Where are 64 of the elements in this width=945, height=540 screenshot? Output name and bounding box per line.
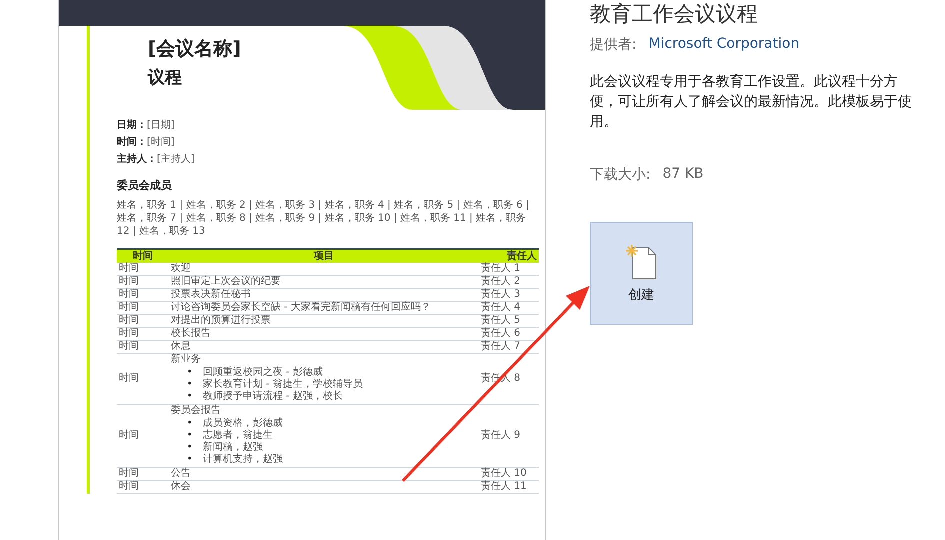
time-cell-text: 时间 <box>118 328 140 340</box>
time-cell-text: 时间 <box>118 276 140 288</box>
bullet-marker: • <box>187 367 193 379</box>
item-cell-text: 投票表决新任秘书 <box>170 289 252 301</box>
size-label: 下载大小: <box>590 166 651 184</box>
item-cell-text: 讨论咨询委员会家长空缺 - 大家看完新闻稿有任何回应吗？ <box>170 302 432 314</box>
bullet-marker: • <box>187 379 193 391</box>
agenda-bullet: 新闻稿，赵强 <box>202 442 263 454</box>
column-header: 时间 <box>132 250 154 263</box>
owner-cell-text: 责任人 6 <box>480 328 522 340</box>
owner-cell-text: 责任人 4 <box>480 302 522 314</box>
meeting-name: [会议名称] <box>148 37 242 62</box>
owner-cell-text: 责任人 11 <box>480 481 528 493</box>
agenda-bullet: 教师授予申请流程 - 赵强，校长 <box>202 391 343 403</box>
template-description: 此会议议程专用于各教育工作设置。此议程十分方便，可让所有人了解会议的最新情况。此模板易于使用。 <box>590 73 913 132</box>
column-header: 责任人 <box>506 250 538 263</box>
time-cell-text: 时间 <box>118 315 140 327</box>
time-cell-text: 时间 <box>118 302 140 314</box>
item-cell-text: 委员会报告 <box>170 405 222 417</box>
item-cell-text: 公告 <box>170 468 192 480</box>
meeting-detail: 日期：[日期] <box>117 118 176 132</box>
time-cell-text: 时间 <box>118 430 140 442</box>
agenda-bullet: 计算机支持，赵强 <box>202 454 283 466</box>
owner-cell-text: 责任人 5 <box>480 315 522 327</box>
provider-link[interactable]: Microsoft Corporation <box>648 36 800 54</box>
time-cell-text: 时间 <box>118 289 140 301</box>
agenda-bullet: 家长教育计划 - 翁捷生，学校辅导员 <box>202 379 363 390</box>
agenda-heading: 议程 <box>148 67 183 89</box>
members-heading: 委员会成员 <box>117 178 173 193</box>
item-cell-text: 照旧审定上次会议的纪要 <box>170 276 282 288</box>
owner-cell-text: 责任人 1 <box>480 263 522 275</box>
time-cell-text: 时间 <box>118 481 140 493</box>
time-cell-text: 时间 <box>118 263 140 275</box>
time-cell-text: 时间 <box>118 468 140 480</box>
owner-cell-text: 责任人 3 <box>480 289 522 301</box>
owner-cell-text: 责任人 9 <box>480 430 522 442</box>
agenda-bullet: 成员资格，彭德威 <box>202 418 283 430</box>
template-title: 教育工作会议议程 <box>590 1 759 28</box>
meeting-detail: 主持人：[主持人] <box>117 152 196 166</box>
time-cell-text: 时间 <box>118 373 140 385</box>
owner-cell-text: 责任人 7 <box>480 341 522 353</box>
create-button[interactable]: 创建 <box>590 222 693 325</box>
time-cell-text: 时间 <box>118 341 140 353</box>
bullet-marker: • <box>187 391 193 403</box>
agenda-bullet: 志愿者，翁捷生 <box>202 430 273 442</box>
owner-cell-text: 责任人 2 <box>480 276 522 288</box>
item-cell-text: 对提出的预算进行投票 <box>170 315 272 327</box>
size-value: 87 KB <box>662 166 704 184</box>
item-cell-text: 休息 <box>170 341 192 353</box>
item-cell-text: 新业务 <box>170 354 202 366</box>
column-header: 项目 <box>312 250 335 263</box>
owner-cell-text: 责任人 10 <box>480 468 528 480</box>
bullet-marker: • <box>187 454 193 466</box>
new-document-icon <box>624 244 658 280</box>
item-cell-text: 欢迎 <box>170 263 192 275</box>
bullet-marker: • <box>187 418 193 430</box>
item-cell-text: 休会 <box>170 481 192 493</box>
members-list: 姓名，职务 1 | 姓名，职务 2 | 姓名，职务 3 | 姓名，职务 4 | 姓名，职务 5 | 姓名，职务 6 | 姓名，职务 7 | 姓名，职务 8 | 姓名，职务 9 | 姓名，职务 10 | 姓名，职务 11 | 姓名，职务 12 | 姓名，职务 13 <box>117 199 539 238</box>
agenda-bullet: 回顾重返校园之夜 - 彭德威 <box>202 367 323 378</box>
meeting-detail: 时间：[时间] <box>117 136 176 149</box>
item-cell-text: 校长报告 <box>170 328 212 340</box>
bullet-marker: • <box>187 430 193 442</box>
bullet-marker: • <box>187 442 193 454</box>
provider-label: 提供者: <box>590 36 637 54</box>
